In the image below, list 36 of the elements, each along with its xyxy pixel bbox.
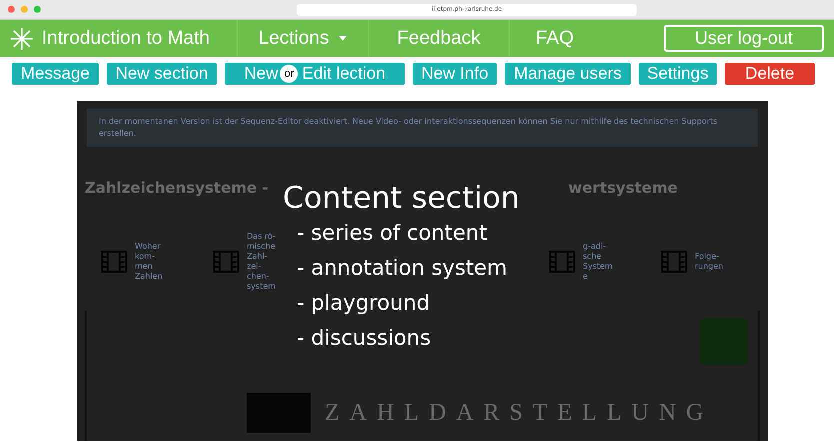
tile-label: Woher kom-men Zahlen	[135, 242, 164, 282]
overlay-title: Content section	[283, 181, 520, 216]
nav-link[interactable]: FAQ	[509, 20, 600, 57]
tile-label: Folge-rungen	[695, 252, 724, 272]
tile-label: g-adi-sche System e	[583, 242, 614, 282]
overlay-bullet: - discussions	[297, 325, 432, 352]
overlay-bullet: - series of content	[297, 220, 488, 247]
lection-heading: wertsysteme	[568, 179, 678, 197]
toolbar-button[interactable]: Manage users	[505, 63, 631, 85]
toolbar-button[interactable]: Message	[12, 63, 99, 85]
minimize-dot[interactable]	[21, 6, 28, 13]
tile-label: Das rö-mische Zahl-zei-chen-system	[247, 232, 277, 292]
toolbar-button[interactable]: New section	[107, 63, 217, 85]
close-dot[interactable]	[8, 6, 15, 13]
toolbar-button[interactable]: New Info	[413, 63, 497, 85]
caret-icon	[339, 36, 348, 41]
notice-text: In der momentanen Version ist der Sequenz-Editor deaktiviert. Neue Video- oder Interaktionssequenzen können Sie nur mithilfe des technischen Supports erstellen.	[87, 109, 758, 147]
delete-button[interactable]: Delete	[725, 63, 815, 85]
overlay-bullet: - playground	[297, 290, 432, 317]
or-badge: or	[280, 65, 298, 83]
film-icon[interactable]	[101, 251, 127, 273]
lection-heading: Zahlzeichensysteme -	[85, 179, 269, 197]
toolbar-button[interactable]: Settings	[639, 63, 717, 85]
film-icon[interactable]	[213, 251, 239, 273]
maximize-dot[interactable]	[34, 6, 41, 13]
logout-button[interactable]: User log-out	[664, 25, 824, 52]
banner-square	[247, 393, 311, 433]
nav-link[interactable]: Lections	[237, 20, 368, 57]
film-icon[interactable]	[549, 251, 575, 273]
new-or-edit-lection-button[interactable]: New or Edit lection	[225, 63, 405, 85]
asterisk-logo-icon	[10, 26, 34, 50]
banner-title: ZAHLDARSTELLUNG	[325, 400, 714, 426]
overlay-bullet: - annotation system	[297, 255, 509, 282]
film-icon[interactable]	[661, 251, 687, 273]
nav-link[interactable]: Feedback	[368, 20, 509, 57]
app-title: Introduction to Math	[42, 28, 211, 50]
